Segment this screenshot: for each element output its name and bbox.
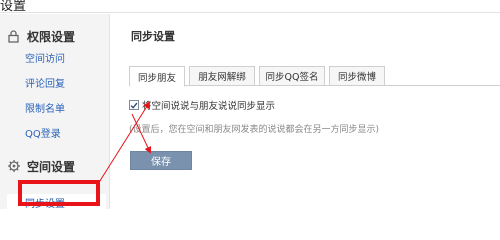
sync-hint-text: (设置后，您在空间和朋友网发表的说说都会在另一方同步显示): [129, 125, 380, 135]
tab-sync-weibo[interactable]: 同步微博: [329, 66, 385, 86]
window-title: 设置: [0, 0, 27, 14]
page-title: 同步设置: [131, 30, 175, 43]
tab-bar: 同步朋友 朋友网解绑 同步QQ签名 同步微博: [129, 66, 500, 87]
save-button[interactable]: 保存: [130, 151, 192, 170]
lock-icon: [6, 29, 21, 44]
sidebar-item-space-access[interactable]: 空间访问: [25, 53, 65, 67]
sidebar-section-permissions: 权限设置: [0, 26, 110, 46]
tab-sync-qq-signature[interactable]: 同步QQ签名: [259, 66, 325, 86]
section-title: 权限设置: [27, 29, 76, 44]
main-panel: 同步设置 同步朋友 朋友网解绑 同步QQ签名 同步微博 将空间说说与朋友说说同步…: [111, 14, 500, 209]
annotation-highlight-box: [18, 180, 100, 206]
check-icon: [130, 102, 138, 109]
window-header: 设置: [0, 0, 500, 14]
sidebar-item-comment-reply[interactable]: 评论回复: [25, 78, 65, 92]
sidebar-item-blocklist[interactable]: 限制名单: [25, 103, 65, 117]
sync-option-row: 将空间说说与朋友说说同步显示: [129, 98, 275, 112]
tab-unbind-pengyou[interactable]: 朋友网解绑: [189, 66, 255, 86]
sync-checkbox[interactable]: [129, 100, 139, 110]
section-title: 空间设置: [27, 159, 76, 174]
sidebar-item-qq-login[interactable]: QQ登录: [25, 128, 61, 142]
sidebar-section-space: 空间设置: [0, 156, 110, 176]
tab-sync-friends[interactable]: 同步朋友: [129, 66, 185, 87]
sync-option-label[interactable]: 将空间说说与朋友说说同步显示: [142, 98, 275, 112]
gear-icon: [6, 159, 21, 174]
